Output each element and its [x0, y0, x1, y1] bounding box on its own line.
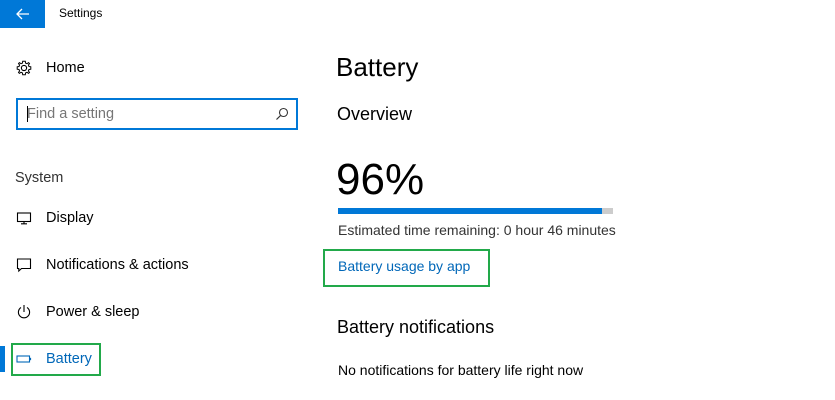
sidebar-item-notifications[interactable]: Notifications & actions — [0, 247, 300, 283]
back-button[interactable] — [0, 0, 45, 28]
section-label-system: System — [15, 170, 64, 186]
main-content: Battery Overview 96% Estimated time rema… — [310, 28, 835, 400]
sidebar-item-display[interactable]: Display — [0, 200, 300, 236]
sidebar-item-label: Notifications & actions — [46, 257, 189, 273]
search-input[interactable] — [18, 100, 268, 128]
battery-notifications-text: No notifications for battery life right … — [338, 362, 584, 378]
search-box[interactable] — [16, 98, 298, 130]
battery-progress-fill — [338, 208, 602, 214]
sidebar-item-home-label: Home — [46, 60, 85, 76]
window-title: Settings — [59, 6, 103, 20]
overview-heading: Overview — [337, 104, 413, 124]
sidebar-item-power-sleep[interactable]: Power & sleep — [0, 294, 300, 330]
sidebar-item-label: Display — [46, 210, 94, 226]
search-icon[interactable] — [275, 107, 289, 121]
back-arrow-icon — [15, 8, 29, 20]
estimated-time-text: Estimated time remaining: 0 hour 46 minu… — [338, 222, 616, 238]
sidebar-item-label: Battery — [46, 351, 92, 367]
page-title: Battery — [336, 52, 419, 82]
monitor-icon — [16, 210, 32, 226]
power-icon — [16, 304, 32, 320]
sidebar-item-label: Power & sleep — [46, 304, 140, 320]
title-bar: Settings — [0, 0, 835, 28]
battery-percentage: 96% — [336, 155, 425, 204]
battery-usage-by-app-link[interactable]: Battery usage by app — [338, 258, 470, 274]
sidebar-item-home[interactable]: Home — [0, 50, 300, 86]
battery-icon — [16, 351, 32, 367]
battery-progress-bar — [338, 208, 613, 214]
sidebar: Home System Display Notifications & acti… — [0, 28, 310, 400]
battery-notifications-heading: Battery notifications — [337, 317, 495, 337]
gear-icon — [16, 60, 32, 76]
notification-icon — [16, 257, 32, 273]
sidebar-item-battery[interactable]: Battery — [0, 341, 300, 377]
